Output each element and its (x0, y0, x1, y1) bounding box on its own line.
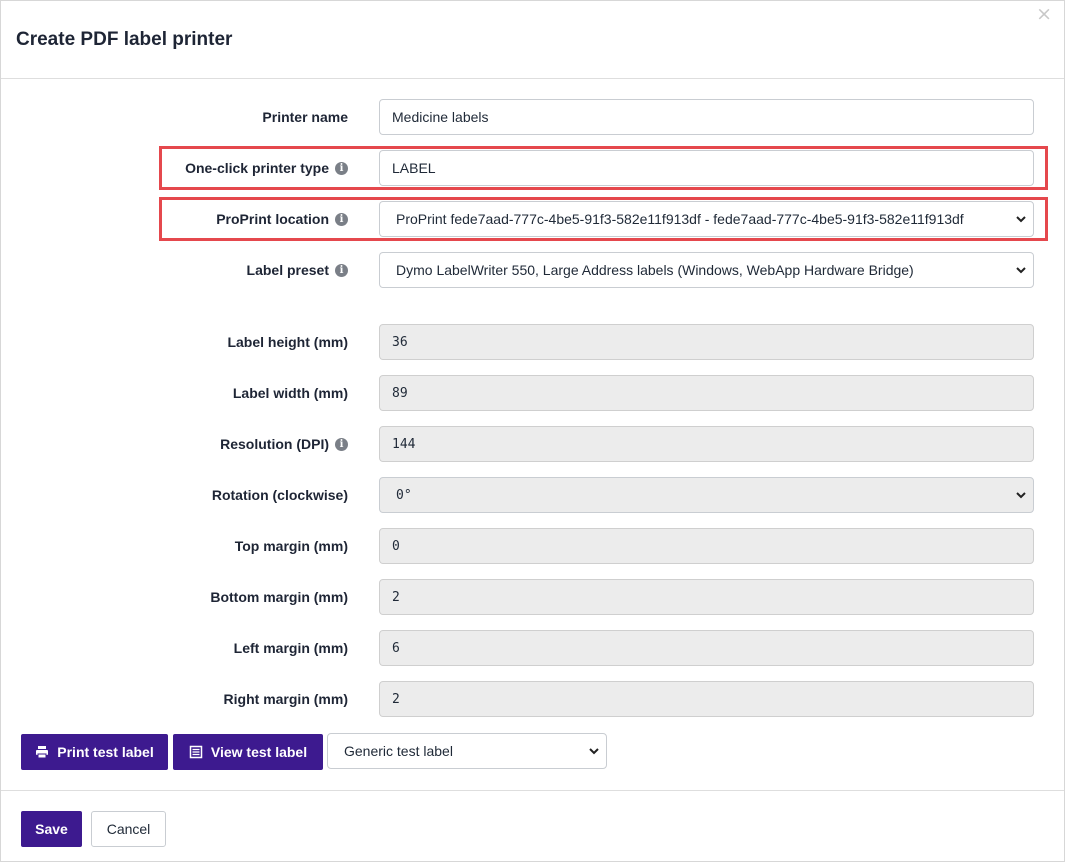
left-margin-label: Left margin (mm) (233, 640, 348, 656)
label-width-row: Label width (mm) 89 (1, 375, 1065, 411)
rotation-select[interactable]: 0° (379, 477, 1034, 513)
label-width-input: 89 (379, 375, 1034, 411)
resolution-input: 144 (379, 426, 1034, 462)
rotation-label: Rotation (clockwise) (211, 487, 348, 503)
label-preset-value: Dymo LabelWriter 550, Large Address labe… (396, 262, 914, 278)
label-height-input: 36 (379, 324, 1034, 360)
footer-divider (1, 790, 1064, 791)
info-icon[interactable]: i (335, 161, 348, 175)
dialog-header: Create PDF label printer (1, 1, 1064, 79)
proprint-location-row: ProPrint location i ProPrint fede7aad-77… (1, 201, 1065, 237)
label-height-label: Label height (mm) (227, 334, 348, 350)
create-pdf-label-printer-dialog: × Create PDF label printer Printer name … (0, 0, 1065, 862)
close-icon[interactable]: × (1036, 5, 1052, 24)
left-margin-row: Left margin (mm) 6 (1, 630, 1065, 666)
chevron-down-icon (1016, 267, 1026, 274)
save-button[interactable]: Save (21, 811, 82, 847)
proprint-location-label: ProPrint location i (216, 201, 348, 237)
print-test-label-button[interactable]: Print test label (21, 734, 168, 770)
view-test-label-button[interactable]: View test label (173, 734, 323, 770)
left-margin-input: 6 (379, 630, 1034, 666)
label-preset-select[interactable]: Dymo LabelWriter 550, Large Address labe… (379, 252, 1034, 288)
label-preset-row: Label preset i Dymo LabelWriter 550, Lar… (1, 252, 1065, 288)
top-margin-input: 0 (379, 528, 1034, 564)
info-icon[interactable]: i (335, 212, 348, 226)
top-margin-row: Top margin (mm) 0 (1, 528, 1065, 564)
test-label-type-value: Generic test label (344, 743, 453, 759)
printer-name-row: Printer name Medicine labels (1, 99, 1065, 135)
cancel-button[interactable]: Cancel (91, 811, 166, 847)
chevron-down-icon (1016, 216, 1026, 223)
document-list-icon (189, 745, 203, 759)
one-click-type-label: One-click printer type i (185, 150, 348, 186)
right-margin-input: 2 (379, 681, 1034, 717)
info-icon[interactable]: i (335, 263, 348, 277)
one-click-type-row: One-click printer type i LABEL (1, 150, 1065, 186)
chevron-down-icon (1016, 492, 1026, 499)
rotation-row: Rotation (clockwise) 0° (1, 477, 1065, 513)
test-label-type-select[interactable]: Generic test label (327, 733, 607, 769)
printer-name-label: Printer name (262, 109, 348, 125)
resolution-label: Resolution (DPI) i (220, 426, 348, 462)
rotation-value: 0° (396, 487, 412, 503)
resolution-row: Resolution (DPI) i 144 (1, 426, 1065, 462)
printer-icon (36, 746, 49, 759)
right-margin-row: Right margin (mm) 2 (1, 681, 1065, 717)
printer-name-input[interactable]: Medicine labels (379, 99, 1034, 135)
label-preset-label: Label preset i (247, 252, 348, 288)
label-width-label: Label width (mm) (232, 385, 348, 401)
top-margin-label: Top margin (mm) (234, 538, 348, 554)
bottom-margin-row: Bottom margin (mm) 2 (1, 579, 1065, 615)
bottom-margin-input: 2 (379, 579, 1034, 615)
right-margin-label: Right margin (mm) (223, 691, 348, 707)
dialog-title: Create PDF label printer (16, 29, 233, 50)
bottom-margin-label: Bottom margin (mm) (210, 589, 348, 605)
chevron-down-icon (589, 748, 599, 755)
proprint-location-select[interactable]: ProPrint fede7aad-777c-4be5-91f3-582e11f… (379, 201, 1034, 237)
one-click-type-input[interactable]: LABEL (379, 150, 1034, 186)
label-height-row: Label height (mm) 36 (1, 324, 1065, 360)
info-icon[interactable]: i (335, 437, 348, 451)
proprint-location-value: ProPrint fede7aad-777c-4be5-91f3-582e11f… (396, 211, 964, 227)
